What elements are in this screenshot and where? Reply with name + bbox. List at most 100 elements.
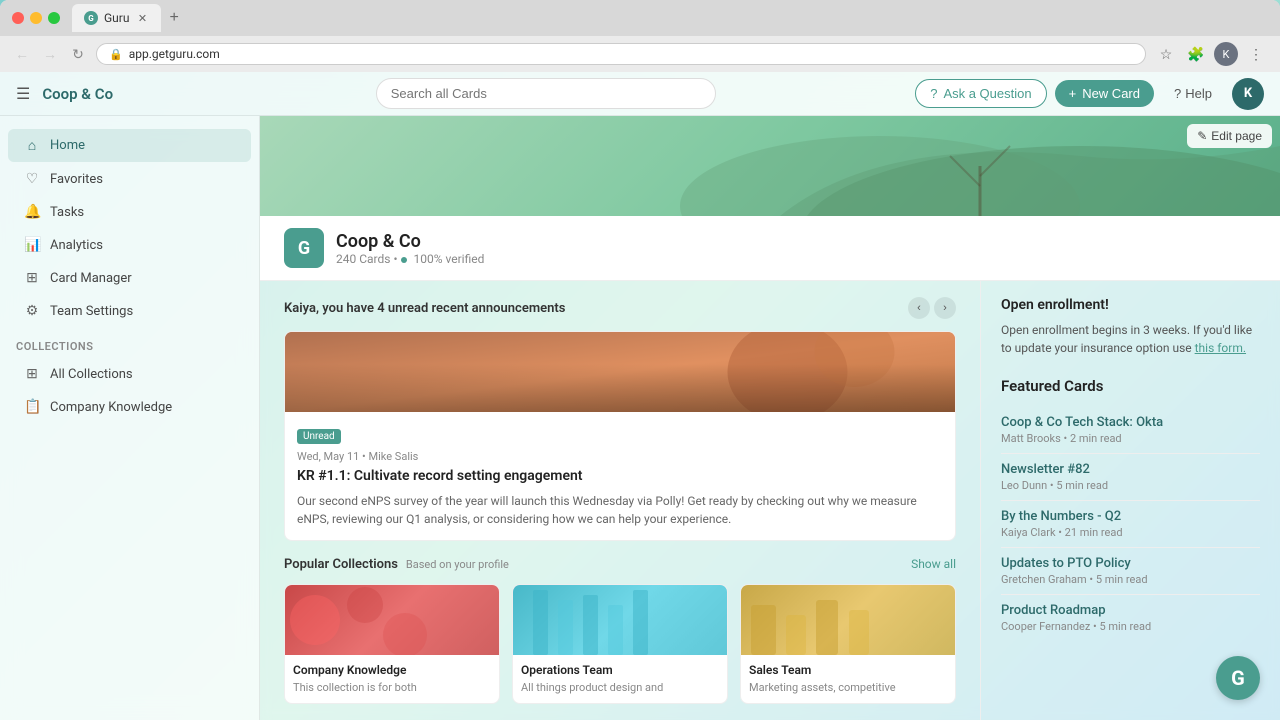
featured-card-item[interactable]: By the Numbers - Q2 Kaiya Clark • 21 min…	[1001, 501, 1260, 548]
featured-card-item[interactable]: Updates to PTO Policy Gretchen Graham • …	[1001, 548, 1260, 595]
featured-card-meta: Leo Dunn • 5 min read	[1001, 479, 1260, 492]
collection-desc: This collection is for both	[293, 680, 491, 695]
collection-name: Sales Team	[749, 663, 947, 677]
company-logo: G	[284, 228, 324, 268]
address-bar: 🔒 app.getguru.com	[96, 43, 1146, 65]
reload-button[interactable]: ↻	[68, 46, 88, 63]
help-button[interactable]: ? Help	[1162, 80, 1224, 107]
all-collections-icon: ⊞	[24, 366, 40, 382]
sidebar-item-tasks[interactable]: 🔔 Tasks	[8, 196, 251, 228]
home-icon: ⌂	[24, 137, 40, 154]
help-icon: ?	[1174, 86, 1181, 101]
collection-card-company-knowledge[interactable]: Company Knowledge This collection is for…	[284, 584, 500, 704]
collection-card-sales-team[interactable]: Sales Team Marketing assets, competitive	[740, 584, 956, 704]
announcement-body-text: Our second eNPS survey of the year will …	[297, 492, 943, 528]
sidebar-item-favorites[interactable]: ♡ Favorites	[8, 163, 251, 195]
featured-card-name: Updates to PTO Policy	[1001, 556, 1260, 571]
company-name: Coop & Co	[336, 231, 484, 252]
guru-fab-button[interactable]: G	[1216, 656, 1260, 700]
tab-label: Guru	[104, 11, 129, 25]
hero-banner: ✎ Edit page	[260, 116, 1280, 216]
sidebar-item-analytics[interactable]: 📊 Analytics	[8, 229, 251, 261]
app-topnav: ☰ Coop & Co ? Ask a Question + New Card …	[0, 72, 1280, 116]
company-header: G Coop & Co 240 Cards • 100% verified	[260, 216, 1280, 281]
announcement-img-overlay	[285, 332, 955, 412]
company-knowledge-icon: 📋	[24, 399, 40, 415]
collection-name: Operations Team	[521, 663, 719, 677]
favorites-icon: ♡	[24, 171, 40, 187]
announcement-title: KR #1.1: Cultivate record setting engage…	[297, 467, 943, 485]
featured-card-item[interactable]: Newsletter #82 Leo Dunn • 5 min read	[1001, 454, 1260, 501]
featured-cards-list: Coop & Co Tech Stack: Okta Matt Brooks •…	[1001, 407, 1260, 641]
company-meta: 240 Cards • 100% verified	[336, 252, 484, 266]
show-all-link[interactable]: Show all	[911, 557, 956, 571]
verified-dot	[401, 257, 407, 263]
announcements-title: Kaiya, you have 4 unread recent announce…	[284, 301, 565, 316]
right-panel: Open enrollment! Open enrollment begins …	[980, 281, 1280, 720]
featured-card-meta: Gretchen Graham • 5 min read	[1001, 573, 1260, 586]
sidebar-item-home[interactable]: ⌂ Home	[8, 129, 251, 162]
collection-name: Company Knowledge	[293, 663, 491, 677]
featured-card-item[interactable]: Coop & Co Tech Stack: Okta Matt Brooks •…	[1001, 407, 1260, 454]
bookmark-icon[interactable]: ☆	[1154, 42, 1178, 66]
window-maximize-button[interactable]	[48, 12, 60, 24]
tasks-icon: 🔔	[24, 204, 40, 220]
sidebar-item-all-collections[interactable]: ⊞ All Collections	[8, 358, 251, 390]
announcement-card[interactable]: Unread Wed, May 11 • Mike Salis KR #1.1:…	[284, 331, 956, 540]
url-text: app.getguru.com	[129, 47, 220, 61]
featured-card-meta: Kaiya Clark • 21 min read	[1001, 526, 1260, 539]
forward-button[interactable]: →	[40, 46, 60, 62]
sidebar-item-company-knowledge[interactable]: 📋 Company Knowledge	[8, 391, 251, 423]
sidebar-item-label: Card Manager	[50, 271, 132, 286]
back-button[interactable]: ←	[12, 46, 32, 62]
featured-cards-title: Featured Cards	[1001, 377, 1260, 395]
tab-close-button[interactable]: ✕	[135, 11, 149, 25]
announcements-section-header: Kaiya, you have 4 unread recent announce…	[284, 297, 956, 319]
new-card-button[interactable]: + New Card	[1055, 80, 1154, 107]
announcement-image	[285, 332, 955, 412]
featured-card-meta: Cooper Fernandez • 5 min read	[1001, 620, 1260, 633]
announcement-meta: Wed, May 11 • Mike Salis	[297, 450, 943, 463]
search-input[interactable]	[376, 78, 716, 109]
sidebar-item-label: Company Knowledge	[50, 400, 172, 415]
popular-collections-header: Popular Collections Based on your profil…	[284, 557, 956, 572]
browser-profile-avatar[interactable]: K	[1214, 42, 1238, 66]
featured-card-name: Newsletter #82	[1001, 462, 1260, 477]
hamburger-menu-button[interactable]: ☰	[16, 84, 30, 104]
unread-badge: Unread	[297, 429, 341, 444]
sidebar-item-label: All Collections	[50, 367, 133, 382]
featured-card-name: By the Numbers - Q2	[1001, 509, 1260, 524]
browser-tab[interactable]: G Guru ✕	[72, 4, 161, 32]
featured-card-item[interactable]: Product Roadmap Cooper Fernandez • 5 min…	[1001, 595, 1260, 641]
analytics-icon: 📊	[24, 237, 40, 253]
featured-card-name: Coop & Co Tech Stack: Okta	[1001, 415, 1260, 430]
featured-card-name: Product Roadmap	[1001, 603, 1260, 618]
announcements-prev-button[interactable]: ‹	[908, 297, 930, 319]
window-close-button[interactable]	[12, 12, 24, 24]
ask-question-button[interactable]: ? Ask a Question	[915, 79, 1046, 108]
card-manager-icon: ⊞	[24, 270, 40, 286]
user-avatar[interactable]: K	[1232, 78, 1264, 110]
popular-collections-subtitle: Based on your profile	[406, 558, 509, 571]
pencil-icon: ✎	[1197, 129, 1207, 143]
edit-page-button[interactable]: ✎ Edit page	[1187, 124, 1272, 148]
enrollment-text: Open enrollment begins in 3 weeks. If yo…	[1001, 321, 1260, 357]
sidebar-item-card-manager[interactable]: ⊞ Card Manager	[8, 262, 251, 294]
plus-icon: +	[1069, 86, 1077, 101]
announcements-next-button[interactable]: ›	[934, 297, 956, 319]
main-content: ✎ Edit page G Coop & Co 240 Cards • 100%…	[260, 116, 1280, 720]
enrollment-form-link[interactable]: this form.	[1195, 341, 1246, 355]
collection-card-operations-team[interactable]: Operations Team All things product desig…	[512, 584, 728, 704]
enrollment-section: Open enrollment! Open enrollment begins …	[1001, 297, 1260, 357]
window-minimize-button[interactable]	[30, 12, 42, 24]
sidebar-item-team-settings[interactable]: ⚙ Team Settings	[8, 295, 251, 327]
sidebar-item-label: Home	[50, 138, 85, 153]
collections-section-label: Collections	[0, 328, 259, 357]
collection-desc: All things product design and	[521, 680, 719, 695]
extensions-icon[interactable]: 🧩	[1184, 42, 1208, 66]
new-tab-button[interactable]: +	[161, 5, 186, 31]
browser-menu-button[interactable]: ⋮	[1244, 42, 1268, 66]
sidebar-item-label: Favorites	[50, 172, 103, 187]
ssl-icon: 🔒	[109, 48, 123, 61]
sidebar-item-label: Analytics	[50, 238, 103, 253]
